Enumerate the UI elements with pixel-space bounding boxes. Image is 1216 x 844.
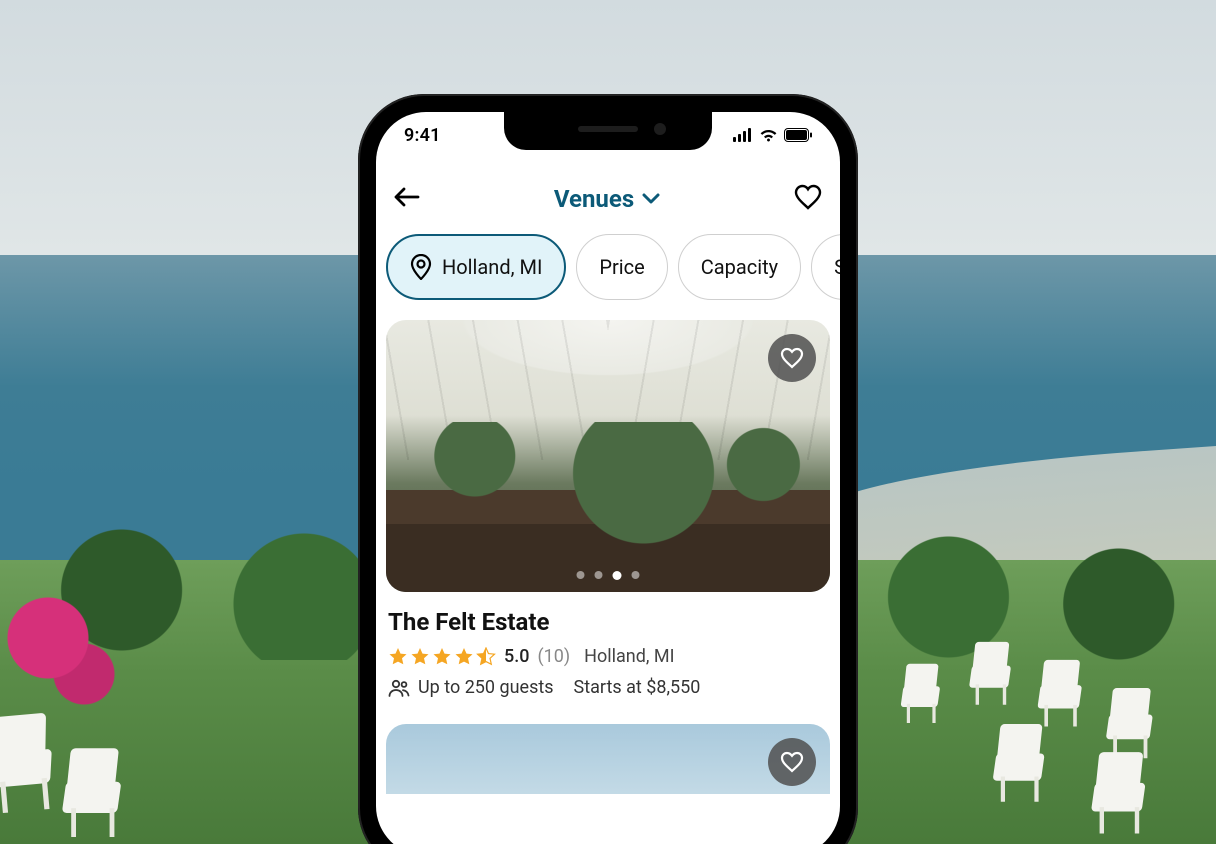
venue-name: The Felt Estate bbox=[388, 608, 828, 636]
venue-image-carousel[interactable] bbox=[386, 320, 830, 592]
app-content: Venues Holland, MI Price bbox=[376, 170, 840, 844]
star-icon bbox=[388, 647, 408, 667]
phone-notch bbox=[504, 112, 712, 150]
battery-icon bbox=[784, 128, 812, 142]
star-icon bbox=[454, 647, 474, 667]
venue-price: Starts at $8,550 bbox=[574, 677, 701, 698]
bg-chair bbox=[1039, 664, 1093, 727]
bg-chair bbox=[902, 667, 950, 723]
save-venue-button[interactable] bbox=[768, 738, 816, 786]
bg-chair bbox=[1108, 692, 1165, 759]
wifi-icon bbox=[759, 128, 778, 142]
map-pin-icon bbox=[410, 254, 432, 280]
filter-chips-row[interactable]: Holland, MI Price Capacity S bbox=[376, 222, 840, 320]
app-header: Venues bbox=[376, 170, 840, 222]
favorites-button[interactable] bbox=[794, 184, 822, 214]
category-title: Venues bbox=[554, 185, 634, 213]
phone-frame: 9:41 Venues bbox=[358, 94, 858, 844]
arrow-left-icon bbox=[394, 187, 420, 207]
filter-chip-price[interactable]: Price bbox=[576, 234, 667, 300]
star-icon bbox=[410, 647, 430, 667]
status-time: 9:41 bbox=[404, 125, 441, 146]
chip-label: Holland, MI bbox=[442, 255, 542, 279]
capacity-text: Up to 250 guests bbox=[418, 677, 554, 698]
bg-chair bbox=[971, 645, 1022, 705]
star-rating bbox=[388, 647, 496, 667]
save-venue-button[interactable] bbox=[768, 334, 816, 382]
bg-chair bbox=[1093, 757, 1159, 834]
star-half-icon bbox=[476, 647, 496, 667]
venue-card[interactable]: The Felt Estate 5.0 (10) Holland, MI bbox=[376, 320, 840, 814]
bg-chair bbox=[995, 728, 1058, 802]
venue-rating-row: 5.0 (10) Holland, MI bbox=[388, 646, 828, 667]
venue-capacity: Up to 250 guests bbox=[388, 677, 554, 698]
heart-icon bbox=[794, 184, 822, 210]
chip-label: Capacity bbox=[701, 255, 778, 279]
phone-screen: 9:41 Venues bbox=[376, 112, 840, 844]
category-dropdown[interactable]: Venues bbox=[554, 185, 660, 213]
chip-label: Price bbox=[599, 255, 644, 279]
carousel-dots[interactable] bbox=[577, 571, 640, 580]
bg-chair bbox=[0, 716, 73, 813]
review-count: (10) bbox=[537, 646, 570, 667]
heart-icon bbox=[780, 751, 804, 773]
chevron-down-icon bbox=[642, 193, 660, 205]
venue-card[interactable] bbox=[386, 724, 830, 794]
promo-background: 9:41 Venues bbox=[0, 0, 1216, 844]
star-icon bbox=[432, 647, 452, 667]
people-icon bbox=[388, 679, 410, 697]
carousel-dot-active[interactable] bbox=[613, 571, 622, 580]
carousel-dot[interactable] bbox=[632, 571, 640, 579]
venue-meta-row: Up to 250 guests Starts at $8,550 bbox=[388, 677, 828, 698]
venue-image bbox=[386, 422, 830, 592]
back-button[interactable] bbox=[394, 187, 420, 211]
carousel-dot[interactable] bbox=[595, 571, 603, 579]
status-indicators bbox=[733, 128, 812, 142]
venue-location: Holland, MI bbox=[584, 646, 674, 667]
filter-chip-more[interactable]: S bbox=[811, 234, 840, 300]
venue-image-carousel[interactable] bbox=[386, 724, 830, 794]
bg-chair bbox=[64, 753, 136, 837]
chip-label: S bbox=[834, 255, 840, 279]
filter-chip-location[interactable]: Holland, MI bbox=[386, 234, 566, 300]
rating-value: 5.0 bbox=[504, 646, 529, 667]
carousel-dot[interactable] bbox=[577, 571, 585, 579]
heart-icon bbox=[780, 347, 804, 369]
filter-chip-capacity[interactable]: Capacity bbox=[678, 234, 801, 300]
cellular-icon bbox=[733, 128, 753, 142]
bg-flowers bbox=[0, 590, 120, 710]
